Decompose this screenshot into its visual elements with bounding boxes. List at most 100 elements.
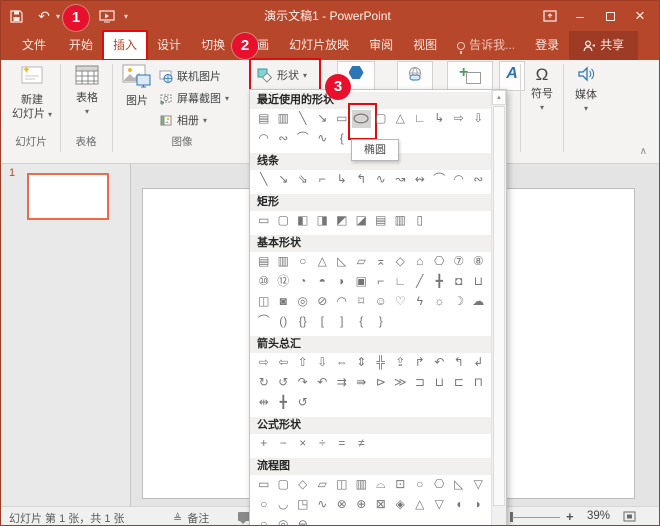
shape-down-arrow[interactable]: ⇩	[313, 354, 333, 372]
shape-cube[interactable]: ◫	[254, 293, 274, 311]
zoom-slider-track[interactable]	[512, 517, 560, 518]
tab-transitions[interactable]: 切换	[191, 31, 235, 60]
shape-parallelogram[interactable]: ▱	[352, 253, 372, 271]
shape-dodecagon[interactable]: ⑫	[274, 273, 294, 291]
shape-diagonal-stripe[interactable]: ╱	[410, 273, 430, 291]
shape-plus[interactable]: +	[254, 435, 274, 453]
tab-view[interactable]: 视图	[403, 31, 447, 60]
symbol-button[interactable]: Ω 符号 ▾	[525, 64, 559, 114]
shape-minus[interactable]: −	[274, 435, 294, 453]
shape-flowchart-preparation[interactable]: ⎔	[430, 476, 450, 494]
shape-bent-up-arrow[interactable]: ↲	[469, 354, 489, 372]
shape-folded-corner[interactable]: ⌑	[352, 293, 372, 311]
shape-left-up-arrow[interactable]: ↰	[449, 354, 469, 372]
undo-dropdown-icon[interactable]: ▾	[56, 12, 60, 21]
shape-bevel[interactable]: ◙	[274, 293, 294, 311]
shape-rounded-rectangle[interactable]: ▢	[371, 110, 391, 128]
shape-curved-connector[interactable]: ∿	[371, 171, 391, 189]
fit-to-window-icon[interactable]	[623, 511, 636, 525]
shape-flowchart-collate[interactable]: ⊠	[371, 496, 391, 514]
scroll-up-icon[interactable]: ▲	[492, 90, 506, 105]
shape-flowchart-sort[interactable]: ◈	[391, 496, 411, 514]
slide-thumbnail[interactable]	[27, 173, 109, 220]
tab-home[interactable]: 开始	[59, 31, 103, 60]
shape-cloud[interactable]: ☁	[469, 293, 489, 311]
shape-quad-arrow-callout[interactable]: ╋	[274, 394, 294, 412]
shape-hexagon[interactable]: ⎔	[430, 253, 450, 271]
shape-octagon[interactable]: ⑧	[469, 253, 489, 271]
shape-flowchart-stored-data[interactable]: ◖	[449, 496, 469, 514]
shape-up-arrow-callout[interactable]: ⊓	[469, 374, 489, 392]
shape-multiply[interactable]: ×	[293, 435, 313, 453]
shape-sun[interactable]: ☼	[430, 293, 450, 311]
shape-heptagon[interactable]: ⑦	[449, 253, 469, 271]
shape-smiley-face[interactable]: ☺	[371, 293, 391, 311]
shape-left-right-arrow[interactable]: ⇔	[332, 354, 352, 372]
shape-pie[interactable]: ◔	[293, 273, 313, 291]
shape-flowchart-manual-input[interactable]: ◺	[449, 476, 469, 494]
shape-elbow-connector[interactable]: ∟	[410, 110, 430, 128]
shape-decagon[interactable]: ⑩	[254, 273, 274, 291]
shape-freeform[interactable]: ◠	[449, 171, 469, 189]
shape-double-brace[interactable]: {}	[293, 313, 313, 331]
shape-trapezoid[interactable]: ⌅	[371, 253, 391, 271]
shape-flowchart-multidocument[interactable]: ⊡	[391, 476, 411, 494]
shape-flowchart-decision[interactable]: ◇	[293, 476, 313, 494]
shape-snip-and-round-corner-rectangle[interactable]: ◪	[352, 212, 372, 230]
shape-left-brace[interactable]: {	[332, 130, 352, 148]
shape-left-brace[interactable]: {	[352, 313, 372, 331]
ribbon-display-options-icon[interactable]	[535, 1, 565, 31]
shape-flowchart-display[interactable]: ○	[254, 516, 274, 526]
shape-circular-arrow[interactable]: ↺	[293, 394, 313, 412]
shape-curve[interactable]: ⌒	[430, 171, 450, 189]
shape-diamond[interactable]: ◇	[391, 253, 411, 271]
shape-flowchart-punched-tape[interactable]: ∿	[313, 496, 333, 514]
shape-l-shape[interactable]: ∟	[391, 273, 411, 291]
shape-chord[interactable]: ◓	[313, 273, 333, 291]
shape-heart[interactable]: ♡	[391, 293, 411, 311]
shape-right-brace[interactable]: }	[371, 313, 391, 331]
shape-flowchart-or[interactable]: ⊕	[352, 496, 372, 514]
shape-curved-double-arrow-connector[interactable]: ↭	[410, 171, 430, 189]
shape-flowchart-summing-junction[interactable]: ⊗	[332, 496, 352, 514]
shape-notched-right-arrow[interactable]: ⇛	[352, 374, 372, 392]
shape-right-arrow-callout[interactable]: ⊐	[410, 374, 430, 392]
shape-flowchart-card[interactable]: ◳	[293, 496, 313, 514]
shape-round-single-corner-rectangle[interactable]: ▤	[371, 212, 391, 230]
shape-left-bracket[interactable]: [	[313, 313, 333, 331]
shape-donut[interactable]: ◎	[293, 293, 313, 311]
shape-flowchart-predefined-process[interactable]: ◫	[332, 476, 352, 494]
shape-right-block-arrow[interactable]: ⇨	[449, 110, 469, 128]
zoom-in-button[interactable]: +	[566, 509, 574, 524]
shape-round-diagonal-corner-rectangle[interactable]: ▯	[410, 212, 430, 230]
shape-flowchart-connector[interactable]: ○	[254, 496, 274, 514]
shape-cross[interactable]: ╋	[430, 273, 450, 291]
shape-down-block-arrow[interactable]: ⇩	[469, 110, 489, 128]
shape-flowchart-internal-storage[interactable]: ▥	[352, 476, 372, 494]
shape-curved-left-arrow[interactable]: ↺	[274, 374, 294, 392]
shape-ellipse[interactable]	[352, 110, 372, 128]
shape-line-arrow[interactable]: ↘	[313, 110, 333, 128]
shape-isoceles-triangle[interactable]: △	[391, 110, 411, 128]
shape-pentagon-arrow[interactable]: ⊳	[371, 374, 391, 392]
shape-text-box[interactable]: ▤	[254, 253, 274, 271]
tab-review[interactable]: 审阅	[359, 31, 403, 60]
shape-right-bracket[interactable]: ]	[332, 313, 352, 331]
table-button[interactable]: 表格 ▾	[65, 63, 109, 118]
add-ins-button[interactable]: +	[447, 61, 493, 91]
shape-double-bracket[interactable]: ()	[274, 313, 294, 331]
shape-right-arrow[interactable]: ⇨	[254, 354, 274, 372]
shape-block-arc[interactable]: ◠	[332, 293, 352, 311]
shape-can[interactable]: ⊔	[469, 273, 489, 291]
shape-division[interactable]: ÷	[313, 435, 333, 453]
notes-button[interactable]: ≜ 备注	[173, 510, 209, 526]
shape-lightning-bolt[interactable]: ϟ	[410, 293, 430, 311]
shape-u-turn-arrow[interactable]: ↶	[430, 354, 450, 372]
shape-scribble[interactable]: ∾	[469, 171, 489, 189]
tab-tell-me[interactable]: 告诉我...	[447, 31, 525, 60]
shape-rounded-rectangle[interactable]: ▢	[274, 212, 294, 230]
shape-bent-arrow[interactable]: ↱	[410, 354, 430, 372]
zoom-level[interactable]: 39%	[587, 510, 610, 522]
scrollbar-thumb[interactable]	[493, 106, 505, 506]
shape-not-equal[interactable]: ≠	[352, 435, 372, 453]
